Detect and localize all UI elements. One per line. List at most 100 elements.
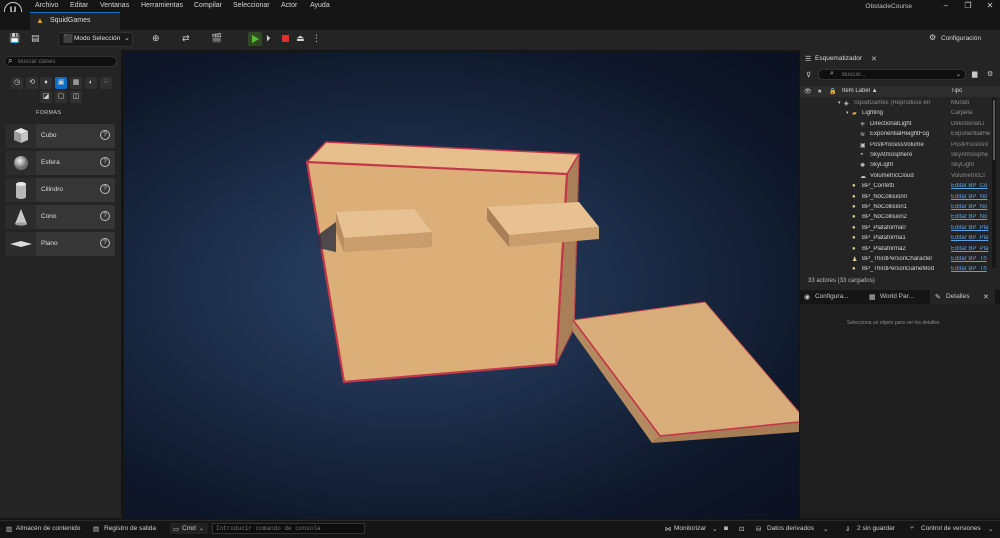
monitor-button[interactable]: Monitorizar — [674, 525, 706, 532]
shape-item-sphere[interactable]: Esfera ? — [5, 151, 115, 175]
cone-icon — [5, 205, 36, 229]
menu-ayuda[interactable]: Ayuda — [310, 2, 330, 9]
world-partition-icon: ▦ — [869, 294, 876, 301]
column-item-label[interactable]: Item Label ▲ — [842, 88, 878, 94]
shape-label: Plano — [41, 240, 58, 247]
save-icon[interactable]: 💾 — [9, 33, 20, 44]
help-icon[interactable]: ? — [100, 130, 110, 140]
cinematic-category-icon[interactable]: ▦ — [70, 77, 82, 89]
outliner-row-name: PostProcessVolume — [870, 141, 924, 148]
tab-level[interactable]: ▲ SquidGames — [30, 12, 120, 30]
stop-icon[interactable] — [282, 35, 289, 42]
folder-icon: ▰ — [852, 111, 857, 118]
play-icon — [252, 35, 259, 43]
chevron-down-icon[interactable]: ⌄ — [956, 71, 961, 78]
edit-blueprint-link[interactable]: Editar BP_No — [951, 194, 993, 200]
expand-arrow-icon[interactable]: ▾ — [838, 100, 841, 106]
outliner-row-name: BP_Confetti — [862, 183, 895, 190]
filter-icon[interactable]: ◫ — [70, 91, 82, 103]
menu-herramientas[interactable]: Herramientas — [141, 2, 183, 9]
menu-seleccionar[interactable]: Seleccionar — [233, 2, 270, 9]
derived-data-button[interactable]: Datos derivados — [767, 525, 814, 532]
filter-icon[interactable]: ⊽ — [806, 71, 811, 79]
close-icon[interactable]: ✕ — [983, 293, 989, 301]
outliner-row-type: SkyAtmosphe — [951, 152, 989, 158]
edit-blueprint-link[interactable]: Editar BP_Pla — [951, 246, 993, 252]
menu-archivo[interactable]: Archivo — [35, 2, 58, 9]
unsaved-button[interactable]: 2 sin guardar — [857, 525, 895, 532]
level-viewport[interactable] — [124, 52, 799, 519]
help-icon[interactable]: ? — [100, 184, 110, 194]
tab-world-partition[interactable]: World Par... — [880, 290, 914, 304]
outliner-row-type: Carpeta — [951, 110, 973, 117]
menu-compilar[interactable]: Compilar — [194, 2, 222, 9]
advance-frame-icon[interactable]: ⏵ — [266, 33, 271, 44]
chevron-down-icon: ⌄ — [823, 526, 829, 533]
volumes-icon[interactable]: ⁘ — [100, 77, 112, 89]
output-log-button[interactable]: Registro de salida — [104, 525, 156, 532]
console-input[interactable] — [212, 523, 365, 534]
help-icon[interactable]: ? — [100, 157, 110, 167]
new-folder-icon[interactable]: ▆ — [972, 70, 977, 78]
capture-icon[interactable]: ⊡ — [739, 525, 744, 533]
search-icon: ⌕ — [8, 56, 13, 65]
outliner-icon: ☰ — [805, 56, 812, 63]
more-options-icon[interactable]: ⋮ — [312, 33, 321, 44]
shape-item-cone[interactable]: Cono ? — [5, 205, 115, 229]
help-icon[interactable]: ? — [100, 211, 110, 221]
geometry-icon[interactable]: ▢ — [55, 91, 67, 103]
outliner-row-type: SkyLight — [951, 162, 975, 169]
chevron-down-icon: ⌄ — [199, 526, 205, 532]
expand-arrow-icon[interactable]: ▾ — [846, 110, 849, 116]
content-browser-icon[interactable]: ▤ — [31, 33, 40, 44]
recent-icon[interactable]: ◷ — [11, 77, 23, 89]
menu-ventanas[interactable]: Ventanas — [100, 2, 129, 9]
output-log-icon: ▤ — [93, 526, 100, 533]
lock-icon[interactable]: 🔒 — [829, 88, 836, 95]
eject-icon[interactable]: ⏏ — [296, 33, 305, 44]
shape-item-cube[interactable]: Cubo ? — [5, 124, 115, 148]
close-icon[interactable]: ✕ — [871, 55, 877, 63]
shape-item-plane[interactable]: Plano ? — [5, 232, 115, 256]
all-classes-icon[interactable]: ◪ — [40, 91, 52, 103]
content-drawer-button[interactable]: Almacén de contenido — [16, 525, 80, 532]
mode-select-label: Modo Selección — [74, 35, 121, 42]
edit-blueprint-link[interactable]: Editar BP_Pla — [951, 235, 993, 241]
menu-editar[interactable]: Editar — [70, 2, 88, 9]
record-icon[interactable]: ◙ — [724, 525, 728, 532]
basic-icon[interactable]: ⟲ — [26, 77, 38, 89]
class-search-input[interactable] — [18, 57, 113, 66]
shape-item-cylinder[interactable]: Cilindro ? — [5, 178, 115, 202]
outliner-tab-label: Esquematizador — [815, 55, 862, 62]
minimize-icon[interactable]: – — [941, 1, 951, 10]
favorite-icon[interactable]: ★ — [817, 88, 822, 95]
edit-blueprint-link[interactable]: Editar BP_No — [951, 214, 993, 220]
blueprint-icon[interactable]: ⇄ — [182, 33, 190, 44]
add-actor-icon[interactable]: ⊕ — [152, 33, 160, 44]
column-type[interactable]: Tipo — [951, 88, 962, 94]
outliner-scroll-thumb[interactable] — [993, 100, 995, 160]
gear-icon[interactable]: ⚙ — [929, 33, 936, 42]
actor-icon: ● — [852, 214, 856, 221]
source-control-button[interactable]: Control de versiones — [921, 525, 981, 532]
settings-icon[interactable]: ⚙ — [987, 70, 993, 78]
edit-blueprint-link[interactable]: Editar BP_Pla — [951, 225, 993, 231]
menu-actor[interactable]: Actor — [281, 2, 297, 9]
cloud-icon: ☁ — [860, 173, 866, 180]
shapes-category-icon[interactable]: ▣ — [55, 77, 67, 89]
edit-blueprint-link[interactable]: Editar BP_Th — [951, 266, 993, 272]
visual-effects-icon[interactable]: ◐ — [85, 77, 97, 89]
cinematics-icon[interactable]: 🎬 — [211, 33, 222, 44]
maximize-icon[interactable]: ❐ — [963, 1, 973, 10]
actor-icon: ● — [852, 204, 856, 210]
lights-icon[interactable]: ♦ — [40, 77, 52, 89]
help-icon[interactable]: ? — [100, 238, 110, 248]
settings-button[interactable]: Configuración — [941, 35, 981, 42]
tab-configuration[interactable]: Configura... — [815, 290, 849, 304]
edit-blueprint-link[interactable]: Editar BP_No — [951, 204, 993, 210]
edit-blueprint-link[interactable]: Editar BP_Th — [951, 256, 993, 262]
close-window-icon[interactable]: ✕ — [985, 1, 995, 10]
visibility-icon[interactable]: 👁 — [804, 88, 812, 95]
outliner-search-input[interactable] — [842, 70, 957, 79]
edit-blueprint-link[interactable]: Editar BP_Co — [951, 183, 993, 189]
